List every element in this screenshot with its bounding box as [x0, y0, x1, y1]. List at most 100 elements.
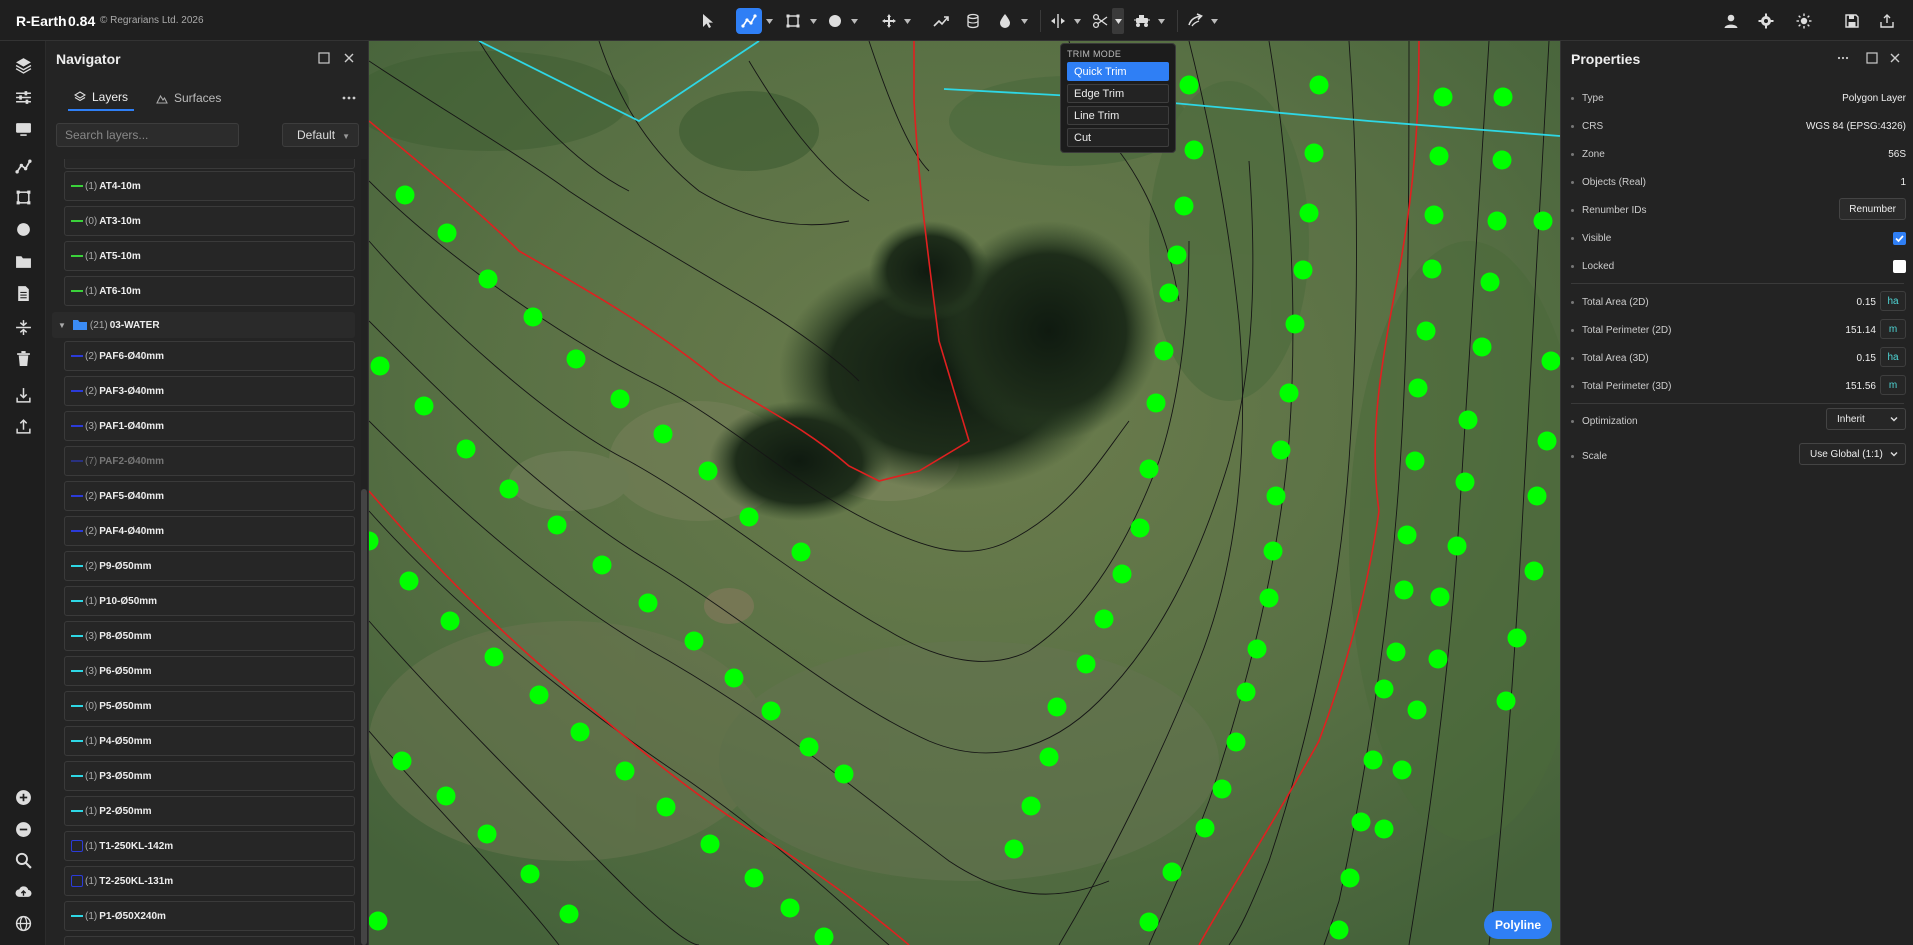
plant-point[interactable] [1392, 760, 1412, 780]
plant-point[interactable] [1533, 211, 1553, 231]
plant-point[interactable] [1004, 839, 1024, 859]
trim-option-line-trim[interactable]: Line Trim [1067, 106, 1169, 125]
plant-point[interactable] [1130, 518, 1150, 538]
layer-list-scrollbar[interactable] [361, 159, 367, 945]
plant-point[interactable] [1429, 146, 1449, 166]
plant-point[interactable] [520, 864, 540, 884]
align-panel-button[interactable] [13, 317, 33, 337]
plant-point[interactable] [1094, 609, 1114, 629]
layer-row[interactable]: (2) PAF5-Ø40mm [64, 481, 355, 511]
folder-panel-button[interactable] [13, 251, 33, 271]
plant-point[interactable] [414, 396, 434, 416]
plant-point[interactable] [1112, 564, 1132, 584]
layer-row[interactable]: (1) AT6-10m [64, 276, 355, 306]
trim-tool-button[interactable] [1087, 8, 1113, 34]
plant-point[interactable] [1047, 697, 1067, 717]
plant-point[interactable] [1293, 260, 1313, 280]
plant-point[interactable] [1259, 588, 1279, 608]
plant-point[interactable] [700, 834, 720, 854]
plant-point[interactable] [484, 647, 504, 667]
properties-more-button[interactable] [1835, 50, 1851, 66]
plant-point[interactable] [1433, 87, 1453, 107]
plant-point[interactable] [1524, 561, 1544, 581]
layer-row[interactable]: (3) PAF1-Ø40mm [64, 411, 355, 441]
layer-row[interactable]: (1) P1-Ø50X240m [64, 901, 355, 931]
plant-point[interactable] [744, 868, 764, 888]
user-account-button[interactable] [1718, 8, 1744, 34]
plant-point[interactable] [529, 685, 549, 705]
machine-options-chevron-down-icon[interactable] [1156, 13, 1166, 29]
polyline-tool-button[interactable] [736, 8, 762, 34]
layer-row[interactable]: (0) P5-Ø50mm [64, 691, 355, 721]
plant-point[interactable] [1309, 75, 1329, 95]
maximize-panel-button[interactable] [1864, 50, 1880, 66]
plant-point[interactable] [653, 424, 673, 444]
plant-point[interactable] [392, 751, 412, 771]
layer-row[interactable]: (2) PAF6-Ø40mm [64, 341, 355, 371]
points-panel-button[interactable] [13, 219, 33, 239]
plant-point[interactable] [656, 797, 676, 817]
maximize-panel-button[interactable] [316, 50, 332, 66]
layer-row[interactable]: (2) PAF4-Ø40mm [64, 516, 355, 546]
close-panel-button[interactable] [1887, 50, 1903, 66]
plant-point[interactable] [1179, 75, 1199, 95]
machine-tool-button[interactable] [1129, 8, 1155, 34]
plant-point[interactable] [370, 356, 390, 376]
plant-point[interactable] [1424, 205, 1444, 225]
move-tool-button[interactable] [876, 8, 902, 34]
scale-select[interactable]: Use Global (1:1) [1799, 443, 1906, 465]
split-tool-button[interactable] [1045, 8, 1071, 34]
trim-option-edge-trim[interactable]: Edge Trim [1067, 84, 1169, 103]
import-button[interactable] [13, 385, 33, 405]
plant-point[interactable] [1271, 440, 1291, 460]
plant-point[interactable] [1039, 747, 1059, 767]
plant-point[interactable] [684, 631, 704, 651]
plant-point[interactable] [615, 761, 635, 781]
plant-point[interactable] [1279, 383, 1299, 403]
scrollbar-thumb[interactable] [361, 489, 367, 945]
drawing-mode-badge[interactable]: Polyline [1484, 911, 1552, 939]
layer-filter-select[interactable]: Default ▼ [282, 123, 359, 147]
plant-point[interactable] [791, 542, 811, 562]
layers-panel-button[interactable] [13, 55, 33, 75]
unit-selector[interactable]: m [1880, 375, 1906, 395]
plant-point[interactable] [1408, 378, 1428, 398]
plant-point[interactable] [1386, 642, 1406, 662]
layer-row[interactable]: (1) AT4-10m [64, 171, 355, 201]
move-options-chevron-down-icon[interactable] [902, 13, 912, 29]
display-panel-button[interactable] [13, 119, 33, 139]
plant-point[interactable] [1405, 451, 1425, 471]
plant-point[interactable] [1397, 525, 1417, 545]
polygon-tool-button[interactable] [780, 8, 806, 34]
layer-row[interactable]: (1) P10-Ø50mm [64, 586, 355, 616]
plant-point[interactable] [698, 461, 718, 481]
plant-point[interactable] [1363, 750, 1383, 770]
close-panel-button[interactable] [341, 50, 357, 66]
zoom-in-button[interactable] [13, 787, 33, 807]
plant-point[interactable] [780, 898, 800, 918]
plant-point[interactable] [592, 555, 612, 575]
layer-row[interactable]: (1) AT5-10m [64, 241, 355, 271]
plant-point[interactable] [1226, 732, 1246, 752]
blend-options-chevron-down-icon[interactable] [1209, 13, 1219, 29]
plant-point[interactable] [739, 507, 759, 527]
unit-selector[interactable]: m [1880, 319, 1906, 339]
plant-point[interactable] [1285, 314, 1305, 334]
layer-row[interactable]: (0)D1 [64, 936, 355, 945]
plant-point[interactable] [1146, 393, 1166, 413]
layer-row[interactable]: (0) AT3-10m [64, 206, 355, 236]
more-options-icon[interactable] [341, 91, 357, 105]
plant-point[interactable] [1492, 150, 1512, 170]
blend-tool-button[interactable] [1182, 8, 1208, 34]
water-tool-button[interactable] [992, 8, 1018, 34]
plant-point[interactable] [1263, 541, 1283, 561]
plant-point[interactable] [1195, 818, 1215, 838]
locked-checkbox[interactable] [1893, 259, 1906, 273]
plant-point[interactable] [456, 439, 476, 459]
layer-row[interactable]: (1) T2-250KL-131m [64, 866, 355, 896]
map-canvas[interactable] [369, 41, 1560, 945]
plant-point[interactable] [499, 479, 519, 499]
plant-point[interactable] [1487, 211, 1507, 231]
plant-point[interactable] [1507, 628, 1527, 648]
polygon-options-chevron-down-icon[interactable] [808, 13, 818, 29]
